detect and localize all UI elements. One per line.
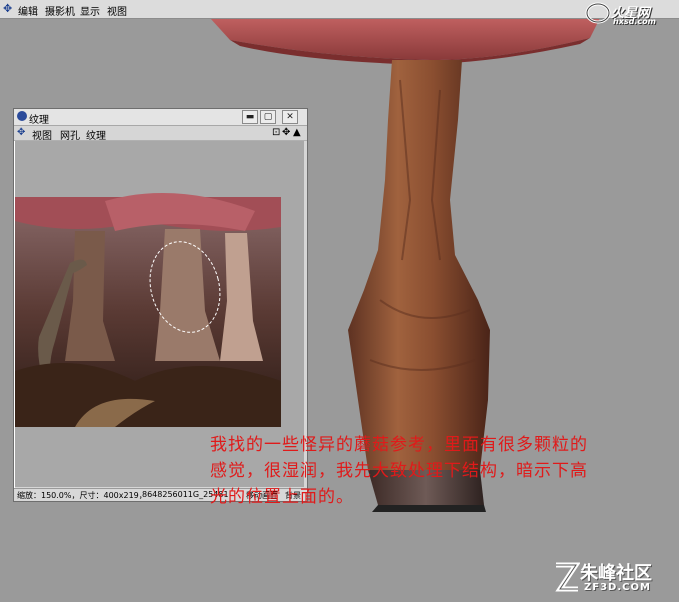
annotation-text: 我找的一些怪异的蘑菇参考，里面有很多颗粒的 感觉，很湿润，我先大致处理下结构，暗… [210, 432, 679, 510]
menu-texture[interactable]: 纹理 [86, 127, 106, 142]
menu-camera[interactable]: 摄影机 [45, 3, 75, 18]
menu-edit[interactable]: 编辑 [18, 3, 38, 18]
annotation-line: 我找的一些怪异的蘑菇参考，里面有很多颗粒的 [210, 435, 588, 455]
app-logo-icon [17, 111, 27, 121]
annotation-line: 光的位置上面的。 [210, 487, 354, 507]
watermark-hxsd: 火星网 hxsd.com [583, 2, 679, 26]
camera-icon[interactable]: ✥ [17, 127, 25, 138]
hxsd-logo-icon [585, 2, 611, 24]
menu-view[interactable]: 视图 [32, 127, 52, 142]
menu-mesh[interactable]: 网孔 [60, 127, 80, 142]
camera-icon[interactable]: ✥ [3, 2, 12, 15]
texture-window-title: 纹理 [29, 115, 49, 126]
texture-window-menubar: ✥ 视图 网孔 纹理 ⊡ ✥ ▲ [14, 126, 307, 142]
watermark-zf3d: 朱峰社区 ZF3D.COM [552, 555, 679, 600]
viewport-menubar: ✥ 编辑 摄影机 显示 视图 [0, 0, 679, 19]
menu-display[interactable]: 显示 [80, 3, 100, 18]
lock-icon[interactable]: ⊡ [272, 127, 280, 138]
move-icon[interactable]: ✥ [282, 127, 290, 138]
menu-view[interactable]: 视图 [107, 3, 127, 18]
annotation-line: 感觉，很湿润，我先大致处理下结构，暗示下高 [210, 461, 588, 481]
texture-window-titlebar[interactable]: 纹理 ▬ ▢ ✕ [14, 109, 307, 126]
maximize-button[interactable]: ▢ [260, 110, 276, 124]
status-zoom-size: 缩放：150.0%，尺寸：400x219， [17, 491, 147, 500]
minimize-button[interactable]: ▬ [242, 110, 258, 124]
warning-icon[interactable]: ▲ [293, 127, 301, 138]
close-button[interactable]: ✕ [282, 110, 298, 124]
zf3d-logo-icon [555, 562, 580, 592]
